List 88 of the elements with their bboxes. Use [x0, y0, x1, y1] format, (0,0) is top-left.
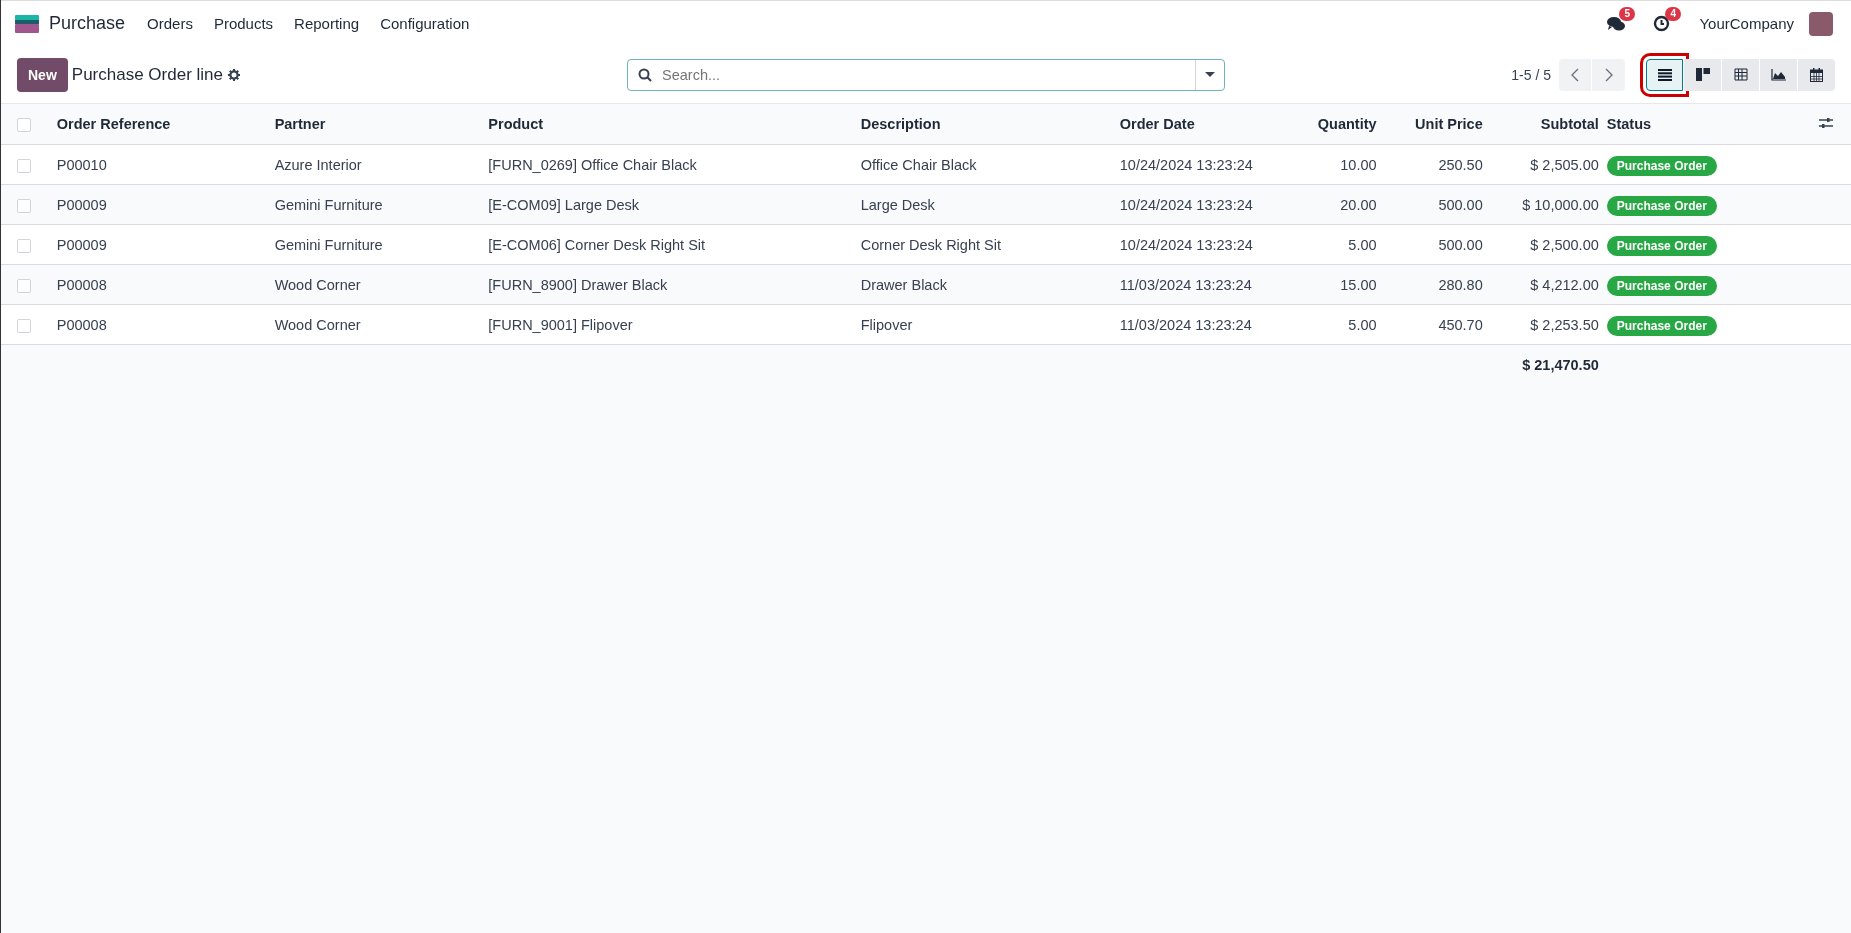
- chevron-right-icon: [1604, 67, 1613, 82]
- kanban-icon: [1695, 68, 1710, 81]
- partner-cell: Wood Corner: [274, 276, 361, 293]
- subtotal-cell: $ 4,212.00: [1530, 276, 1599, 293]
- status-badge: Purchase Order: [1606, 275, 1717, 296]
- description-cell: Large Desk: [860, 196, 935, 213]
- order-reference-cell: P00008: [56, 316, 107, 333]
- view-area-chart-button[interactable]: [1760, 58, 1797, 91]
- quantity-cell: 5.00: [1348, 236, 1377, 253]
- calendar-icon: [1810, 67, 1823, 82]
- clock-icon[interactable]: [1653, 15, 1671, 32]
- product-cell: [FURN_9001] Flipover: [488, 316, 633, 333]
- pager-value: 1-5 / 5: [1511, 66, 1551, 83]
- column-header[interactable]: Description: [860, 116, 941, 132]
- subtotal-total: $ 21,470.50: [1522, 356, 1599, 373]
- chat-bubbles-icon[interactable]: [1607, 15, 1626, 32]
- description-cell: Corner Desk Right Sit: [860, 236, 1001, 253]
- column-header[interactable]: Partner: [274, 116, 326, 132]
- unit-price-cell: 450.70: [1438, 316, 1483, 333]
- order-date-cell: 11/03/2024 13:23:24: [1119, 316, 1252, 333]
- subtotal-cell: $ 2,505.00: [1530, 156, 1599, 173]
- order-reference-cell: P00008: [56, 276, 107, 293]
- search-bar[interactable]: Search...: [627, 58, 1225, 91]
- order-date-cell: 11/03/2024 13:23:24: [1119, 276, 1252, 293]
- new-button[interactable]: New: [17, 57, 68, 92]
- menu-item[interactable]: Configuration: [380, 15, 470, 32]
- company-name[interactable]: YourCompany: [1699, 15, 1794, 32]
- status-badge: Purchase Order: [1606, 235, 1717, 256]
- quantity-cell: 5.00: [1348, 316, 1377, 333]
- column-header[interactable]: Subtotal: [1540, 116, 1599, 132]
- area-chart-icon: [1771, 68, 1786, 81]
- menu-item[interactable]: Reporting: [294, 15, 360, 32]
- quantity-cell: 10.00: [1340, 156, 1377, 173]
- column-header[interactable]: Status: [1606, 116, 1652, 132]
- order-reference-cell: P00009: [56, 196, 107, 213]
- avatar-icon[interactable]: [1809, 11, 1833, 36]
- notification-badge: 5: [1619, 7, 1636, 21]
- sliders-icon[interactable]: [1819, 117, 1833, 129]
- partner-cell: Gemini Furniture: [274, 236, 383, 253]
- column-header[interactable]: Order Date: [1119, 116, 1195, 132]
- breadcrumb-title: Purchase Order line: [71, 64, 223, 85]
- status-badge: Purchase Order: [1606, 315, 1717, 336]
- quantity-cell: 20.00: [1340, 196, 1377, 213]
- partner-cell: Gemini Furniture: [274, 196, 383, 213]
- order-date-cell: 10/24/2024 13:23:24: [1119, 156, 1253, 173]
- partner-cell: Azure Interior: [274, 156, 362, 173]
- order-date-cell: 10/24/2024 13:23:24: [1119, 236, 1253, 253]
- unit-price-cell: 500.00: [1438, 196, 1483, 213]
- app-logo-icon[interactable]: [15, 14, 39, 33]
- app-name[interactable]: Purchase: [49, 13, 126, 34]
- unit-price-cell: 280.80: [1438, 276, 1483, 293]
- product-cell: [FURN_0269] Office Chair Black: [488, 156, 697, 173]
- select-all-checkbox[interactable]: [17, 118, 31, 133]
- row-checkbox[interactable]: [17, 238, 31, 253]
- grid-icon: [1733, 68, 1748, 81]
- notification-badge: 4: [1665, 7, 1682, 21]
- row-checkbox[interactable]: [17, 318, 31, 333]
- chevron-left-icon: [1571, 67, 1579, 82]
- partner-cell: Wood Corner: [274, 316, 361, 333]
- subtotal-cell: $ 10,000.00: [1522, 196, 1599, 213]
- row-checkbox[interactable]: [17, 158, 31, 173]
- subtotal-cell: $ 2,253.50: [1530, 316, 1599, 333]
- list-icon: [1657, 68, 1672, 81]
- column-header[interactable]: Product: [488, 116, 544, 132]
- quantity-cell: 15.00: [1340, 276, 1377, 293]
- search-icon: [638, 67, 652, 82]
- description-cell: Drawer Black: [860, 276, 947, 293]
- settings-icon[interactable]: [228, 68, 240, 81]
- view-calendar-button[interactable]: [1798, 58, 1835, 91]
- unit-price-cell: 250.50: [1438, 156, 1483, 173]
- row-checkbox[interactable]: [17, 278, 31, 293]
- description-cell: Office Chair Black: [860, 156, 977, 173]
- product-cell: [FURN_8900] Drawer Black: [488, 276, 668, 293]
- order-reference-cell: P00010: [56, 156, 107, 173]
- product-cell: [E-COM06] Corner Desk Right Sit: [488, 236, 706, 253]
- status-badge: Purchase Order: [1606, 195, 1717, 216]
- description-cell: Flipover: [860, 316, 913, 333]
- product-cell: [E-COM09] Large Desk: [488, 196, 639, 213]
- unit-price-cell: 500.00: [1438, 236, 1483, 253]
- subtotal-cell: $ 2,500.00: [1530, 236, 1599, 253]
- view-grid-button[interactable]: [1722, 58, 1759, 91]
- status-badge: Purchase Order: [1606, 155, 1717, 176]
- row-checkbox[interactable]: [17, 198, 31, 213]
- order-reference-cell: P00009: [56, 236, 107, 253]
- view-kanban-button[interactable]: [1684, 58, 1721, 91]
- menu-item[interactable]: Orders: [147, 15, 193, 32]
- order-date-cell: 10/24/2024 13:23:24: [1119, 196, 1253, 213]
- menu-item[interactable]: Products: [213, 15, 274, 32]
